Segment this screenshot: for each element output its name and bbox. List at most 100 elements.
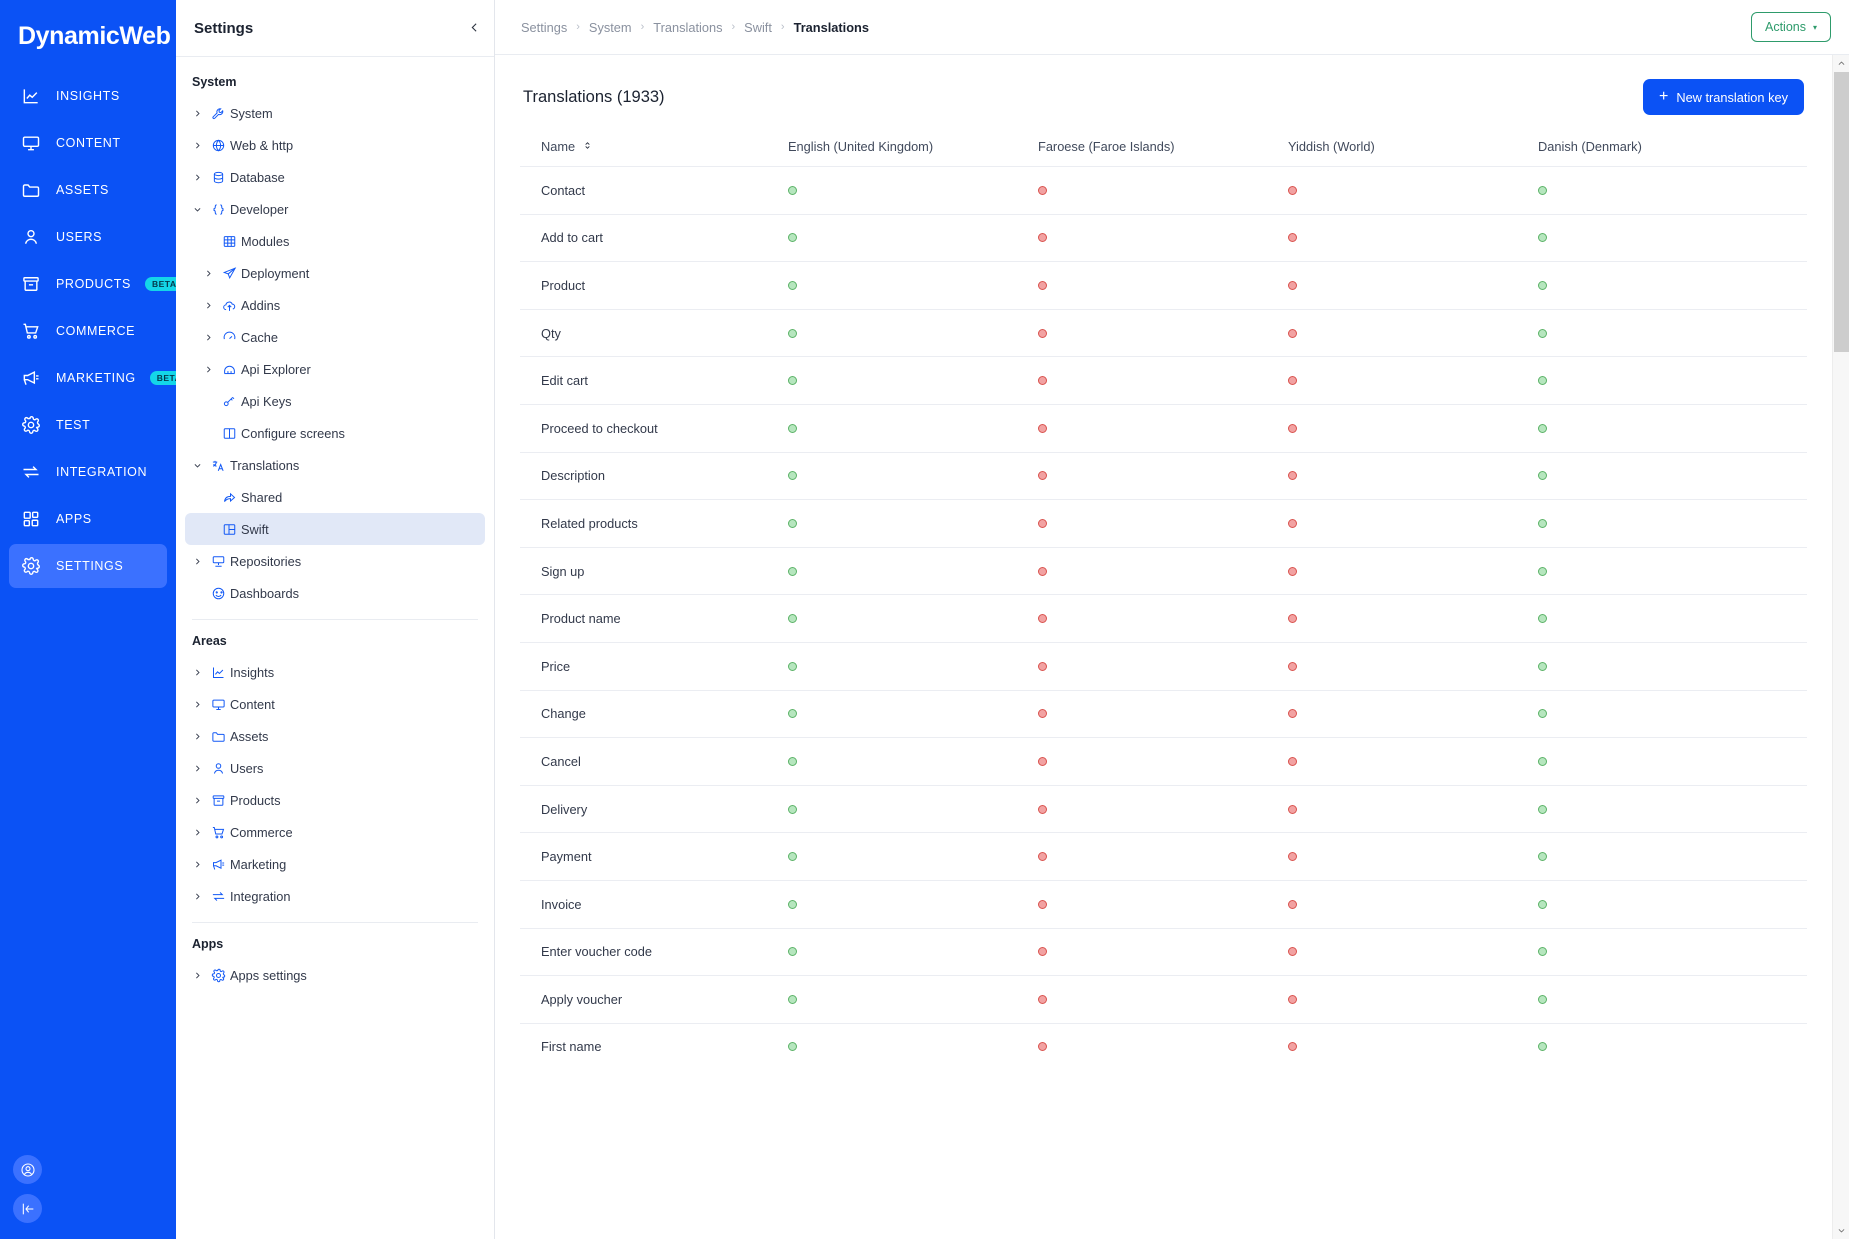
tree-item-swift[interactable]: Swift: [185, 513, 485, 545]
translation-status-cell[interactable]: [788, 1042, 1038, 1052]
sort-updown-icon[interactable]: [582, 139, 593, 154]
tree-item-api-keys[interactable]: Api Keys: [185, 385, 485, 417]
translation-status-cell[interactable]: [788, 423, 1038, 433]
translation-status-cell[interactable]: [1288, 852, 1538, 862]
table-row[interactable]: Qty: [520, 308, 1807, 357]
rail-item-settings[interactable]: SETTINGS: [9, 544, 167, 588]
chevron-down-icon[interactable]: [188, 461, 206, 470]
translation-status-cell[interactable]: [1288, 709, 1538, 719]
chevron-down-icon[interactable]: [1837, 1222, 1846, 1239]
translation-status-cell[interactable]: [788, 756, 1038, 766]
tree-item-configure-screens[interactable]: Configure screens: [185, 417, 485, 449]
translation-status-cell[interactable]: [1038, 994, 1288, 1004]
chevron-down-icon[interactable]: [188, 205, 206, 214]
tree-item-dashboards[interactable]: Dashboards: [185, 577, 485, 609]
table-row[interactable]: Edit cart: [520, 356, 1807, 404]
tree-item-addins[interactable]: Addins: [185, 289, 485, 321]
chevron-right-icon[interactable]: [188, 860, 206, 869]
chevron-left-icon[interactable]: [464, 17, 484, 37]
tree-item-api-explorer[interactable]: Api Explorer: [185, 353, 485, 385]
translation-status-cell[interactable]: [1538, 233, 1788, 243]
translation-status-cell[interactable]: [788, 899, 1038, 909]
tree-item-marketing[interactable]: Marketing: [185, 848, 485, 880]
table-row[interactable]: Contact: [520, 166, 1807, 214]
tree-item-users[interactable]: Users: [185, 752, 485, 784]
table-row[interactable]: Cancel: [520, 737, 1807, 785]
rail-item-assets[interactable]: ASSETS: [9, 168, 167, 212]
breadcrumb-item-2[interactable]: Translations: [653, 20, 722, 35]
translation-status-cell[interactable]: [1288, 804, 1538, 814]
translation-status-cell[interactable]: [1538, 1042, 1788, 1052]
rail-item-users[interactable]: USERS: [9, 215, 167, 259]
table-row[interactable]: Payment: [520, 832, 1807, 880]
chevron-right-icon[interactable]: [199, 301, 217, 310]
user-account-button[interactable]: [13, 1155, 42, 1184]
tree-item-insights[interactable]: Insights: [185, 656, 485, 688]
translation-status-cell[interactable]: [1038, 947, 1288, 957]
translation-status-cell[interactable]: [1288, 661, 1538, 671]
translation-status-cell[interactable]: [1038, 804, 1288, 814]
rail-item-insights[interactable]: INSIGHTS: [9, 74, 167, 118]
scrollbar-thumb[interactable]: [1834, 72, 1849, 352]
translation-status-cell[interactable]: [1288, 756, 1538, 766]
collapse-rail-button[interactable]: [13, 1194, 42, 1223]
new-translation-key-button[interactable]: + New translation key: [1642, 79, 1804, 115]
table-row[interactable]: Product: [520, 261, 1807, 309]
translation-status-cell[interactable]: [1038, 376, 1288, 386]
translation-status-cell[interactable]: [1288, 994, 1538, 1004]
translation-status-cell[interactable]: [788, 852, 1038, 862]
tree-item-deployment[interactable]: Deployment: [185, 257, 485, 289]
table-row[interactable]: Change: [520, 689, 1807, 738]
translation-status-cell[interactable]: [1538, 947, 1788, 957]
chevron-right-icon[interactable]: [199, 365, 217, 374]
translation-status-cell[interactable]: [1038, 614, 1288, 624]
translation-status-cell[interactable]: [1538, 566, 1788, 576]
tree-item-translations[interactable]: Translations: [185, 449, 485, 481]
translation-status-cell[interactable]: [1038, 518, 1288, 528]
table-row[interactable]: Product name: [520, 594, 1807, 642]
translation-status-cell[interactable]: [788, 947, 1038, 957]
tree-item-commerce[interactable]: Commerce: [185, 816, 485, 848]
chevron-right-icon[interactable]: [188, 764, 206, 773]
translation-status-cell[interactable]: [1038, 471, 1288, 481]
translation-status-cell[interactable]: [1538, 376, 1788, 386]
translation-status-cell[interactable]: [1288, 280, 1538, 290]
translation-status-cell[interactable]: [1288, 471, 1538, 481]
table-column-header-name[interactable]: Name: [520, 139, 788, 154]
translation-status-cell[interactable]: [1538, 709, 1788, 719]
translation-status-cell[interactable]: [1538, 280, 1788, 290]
tree-item-apps-settings[interactable]: Apps settings: [185, 959, 485, 991]
translation-status-cell[interactable]: [788, 661, 1038, 671]
table-row[interactable]: Invoice: [520, 879, 1807, 928]
translation-status-cell[interactable]: [1038, 280, 1288, 290]
translation-status-cell[interactable]: [1538, 899, 1788, 909]
translation-status-cell[interactable]: [788, 376, 1038, 386]
tree-item-products[interactable]: Products: [185, 784, 485, 816]
tree-item-integration[interactable]: Integration: [185, 880, 485, 912]
translation-status-cell[interactable]: [1038, 233, 1288, 243]
translation-status-cell[interactable]: [1038, 566, 1288, 576]
rail-item-test[interactable]: TEST: [9, 403, 167, 447]
chevron-right-icon[interactable]: [188, 732, 206, 741]
breadcrumb-item-1[interactable]: System: [589, 20, 632, 35]
translation-status-cell[interactable]: [788, 994, 1038, 1004]
chevron-right-icon[interactable]: [188, 173, 206, 182]
chevron-right-icon[interactable]: [199, 333, 217, 342]
vertical-scrollbar[interactable]: [1832, 55, 1849, 1239]
translation-status-cell[interactable]: [1538, 852, 1788, 862]
rail-item-content[interactable]: CONTENT: [9, 121, 167, 165]
translation-status-cell[interactable]: [1538, 471, 1788, 481]
scrollbar-track[interactable]: [1833, 72, 1849, 1222]
translation-status-cell[interactable]: [1288, 328, 1538, 338]
translation-status-cell[interactable]: [1038, 661, 1288, 671]
translation-status-cell[interactable]: [788, 233, 1038, 243]
translation-status-cell[interactable]: [788, 471, 1038, 481]
table-row[interactable]: Price: [520, 641, 1807, 690]
translation-status-cell[interactable]: [788, 566, 1038, 576]
translation-status-cell[interactable]: [788, 518, 1038, 528]
translation-status-cell[interactable]: [1038, 899, 1288, 909]
translation-status-cell[interactable]: [788, 709, 1038, 719]
tree-item-system[interactable]: System: [185, 97, 485, 129]
chevron-right-icon[interactable]: [188, 700, 206, 709]
translation-status-cell[interactable]: [1038, 852, 1288, 862]
